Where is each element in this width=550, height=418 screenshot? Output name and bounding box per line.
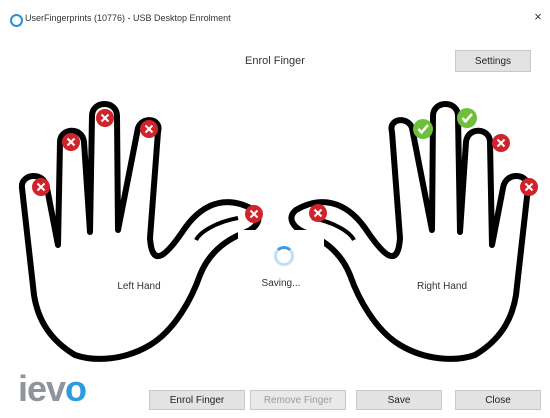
saving-status-text: Saving...	[261, 278, 301, 289]
left-hand-label: Left Hand	[117, 281, 160, 292]
left-thumb-x-icon[interactable]	[245, 205, 263, 223]
close-button[interactable]: Close	[455, 390, 541, 410]
remove-finger-button[interactable]: Remove Finger	[250, 390, 346, 410]
left-index-finger-x-icon[interactable]	[140, 120, 158, 138]
saving-overlay: Saving...	[238, 230, 324, 310]
right-little-finger-x-icon[interactable]	[520, 178, 538, 196]
right-middle-finger-check-icon[interactable]	[457, 108, 477, 128]
save-button[interactable]: Save	[356, 390, 442, 410]
right-ring-finger-x-icon[interactable]	[492, 134, 510, 152]
left-little-finger-x-icon[interactable]	[32, 178, 50, 196]
left-hand-outline	[19, 101, 262, 362]
hands-diagram: Left Hand Right Hand	[19, 101, 538, 362]
right-thumb-x-icon[interactable]	[309, 204, 327, 222]
right-index-finger-check-icon[interactable]	[413, 119, 433, 139]
left-ring-finger-x-icon[interactable]	[62, 133, 80, 151]
enrol-finger-button[interactable]: Enrol Finger	[149, 390, 245, 410]
right-hand-label: Right Hand	[417, 281, 467, 292]
left-middle-finger-x-icon[interactable]	[96, 109, 114, 127]
loading-spinner-icon	[274, 246, 294, 266]
ievo-logo: ievo	[18, 368, 87, 409]
